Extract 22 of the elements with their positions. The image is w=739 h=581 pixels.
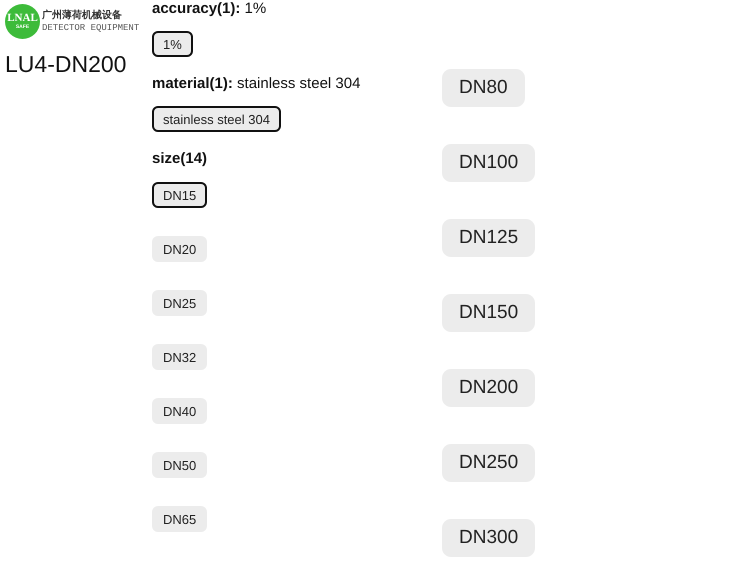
option-chip[interactable]: DN100 <box>442 144 536 182</box>
option-chip[interactable]: DN50 <box>152 452 208 478</box>
option-chip[interactable]: DN65 <box>152 506 208 532</box>
option-chip[interactable]: DN80 <box>442 69 525 107</box>
company-tagline: DETECTOR EQUIPMENT <box>42 22 140 34</box>
option-chip[interactable]: DN25 <box>152 290 208 316</box>
company-name: 广州薄荷机械设备 <box>42 10 123 22</box>
attribute-label: material(1): stainless steel 304 <box>152 75 362 93</box>
option-chip[interactable]: stainless steel 304 <box>152 106 281 132</box>
option-chip[interactable]: DN15 <box>152 182 208 208</box>
attribute-label: accuracy(1): 1% <box>152 0 268 18</box>
option-chip[interactable]: DN125 <box>442 219 536 257</box>
attribute-label: size(14) <box>152 150 208 168</box>
option-chip[interactable]: DN200 <box>442 369 536 407</box>
option-chip[interactable]: DN150 <box>442 294 536 332</box>
option-chip[interactable]: 1% <box>152 31 193 57</box>
option-chip[interactable]: DN20 <box>152 236 208 262</box>
option-chip[interactable]: DN300 <box>442 519 536 557</box>
product-title: LU4-DN200 <box>5 51 128 78</box>
option-chip[interactable]: DN32 <box>152 344 208 370</box>
option-chip[interactable]: DN40 <box>152 398 208 424</box>
option-chip[interactable]: DN250 <box>442 444 536 482</box>
